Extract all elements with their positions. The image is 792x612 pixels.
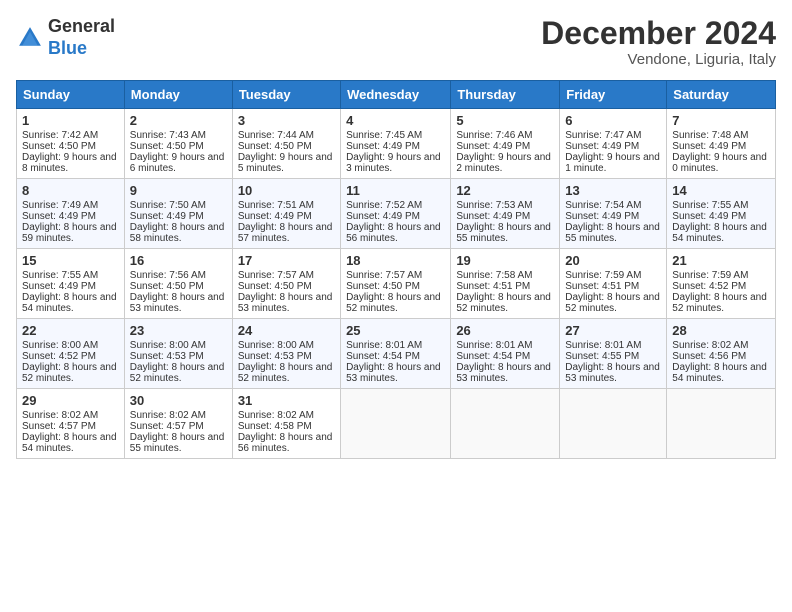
table-row: 6Sunrise: 7:47 AMSunset: 4:49 PMDaylight… <box>560 109 667 179</box>
calendar-week-row: 22Sunrise: 8:00 AMSunset: 4:52 PMDayligh… <box>17 319 776 389</box>
table-row: 16Sunrise: 7:56 AMSunset: 4:50 PMDayligh… <box>124 249 232 319</box>
table-row: 27Sunrise: 8:01 AMSunset: 4:55 PMDayligh… <box>560 319 667 389</box>
table-row: 11Sunrise: 7:52 AMSunset: 4:49 PMDayligh… <box>341 179 451 249</box>
calendar-week-row: 8Sunrise: 7:49 AMSunset: 4:49 PMDaylight… <box>17 179 776 249</box>
header-saturday: Saturday <box>667 81 776 109</box>
table-row <box>341 389 451 459</box>
table-row: 18Sunrise: 7:57 AMSunset: 4:50 PMDayligh… <box>341 249 451 319</box>
table-row: 1Sunrise: 7:42 AMSunset: 4:50 PMDaylight… <box>17 109 125 179</box>
table-row: 10Sunrise: 7:51 AMSunset: 4:49 PMDayligh… <box>232 179 340 249</box>
table-row: 3Sunrise: 7:44 AMSunset: 4:50 PMDaylight… <box>232 109 340 179</box>
header-monday: Monday <box>124 81 232 109</box>
table-row: 17Sunrise: 7:57 AMSunset: 4:50 PMDayligh… <box>232 249 340 319</box>
table-row: 8Sunrise: 7:49 AMSunset: 4:49 PMDaylight… <box>17 179 125 249</box>
table-row: 25Sunrise: 8:01 AMSunset: 4:54 PMDayligh… <box>341 319 451 389</box>
table-row: 12Sunrise: 7:53 AMSunset: 4:49 PMDayligh… <box>451 179 560 249</box>
page-header: General Blue December 2024 Vendone, Ligu… <box>16 16 776 68</box>
title-block: December 2024 Vendone, Liguria, Italy <box>541 16 776 68</box>
table-row: 19Sunrise: 7:58 AMSunset: 4:51 PMDayligh… <box>451 249 560 319</box>
table-row: 21Sunrise: 7:59 AMSunset: 4:52 PMDayligh… <box>667 249 776 319</box>
table-row: 7Sunrise: 7:48 AMSunset: 4:49 PMDaylight… <box>667 109 776 179</box>
table-row: 9Sunrise: 7:50 AMSunset: 4:49 PMDaylight… <box>124 179 232 249</box>
header-sunday: Sunday <box>17 81 125 109</box>
table-row: 13Sunrise: 7:54 AMSunset: 4:49 PMDayligh… <box>560 179 667 249</box>
header-tuesday: Tuesday <box>232 81 340 109</box>
table-row: 5Sunrise: 7:46 AMSunset: 4:49 PMDaylight… <box>451 109 560 179</box>
location-subtitle: Vendone, Liguria, Italy <box>541 51 776 68</box>
header-thursday: Thursday <box>451 81 560 109</box>
calendar-week-row: 15Sunrise: 7:55 AMSunset: 4:49 PMDayligh… <box>17 249 776 319</box>
logo-icon <box>16 24 44 52</box>
logo: General Blue <box>16 16 115 59</box>
table-row: 24Sunrise: 8:00 AMSunset: 4:53 PMDayligh… <box>232 319 340 389</box>
table-row: 20Sunrise: 7:59 AMSunset: 4:51 PMDayligh… <box>560 249 667 319</box>
table-row: 23Sunrise: 8:00 AMSunset: 4:53 PMDayligh… <box>124 319 232 389</box>
calendar-table: Sunday Monday Tuesday Wednesday Thursday… <box>16 80 776 459</box>
table-row: 4Sunrise: 7:45 AMSunset: 4:49 PMDaylight… <box>341 109 451 179</box>
weekday-header-row: Sunday Monday Tuesday Wednesday Thursday… <box>17 81 776 109</box>
table-row <box>667 389 776 459</box>
header-friday: Friday <box>560 81 667 109</box>
table-row: 14Sunrise: 7:55 AMSunset: 4:49 PMDayligh… <box>667 179 776 249</box>
table-row: 30Sunrise: 8:02 AMSunset: 4:57 PMDayligh… <box>124 389 232 459</box>
table-row: 26Sunrise: 8:01 AMSunset: 4:54 PMDayligh… <box>451 319 560 389</box>
table-row: 29Sunrise: 8:02 AMSunset: 4:57 PMDayligh… <box>17 389 125 459</box>
table-row: 15Sunrise: 7:55 AMSunset: 4:49 PMDayligh… <box>17 249 125 319</box>
table-row: 22Sunrise: 8:00 AMSunset: 4:52 PMDayligh… <box>17 319 125 389</box>
header-wednesday: Wednesday <box>341 81 451 109</box>
calendar-week-row: 1Sunrise: 7:42 AMSunset: 4:50 PMDaylight… <box>17 109 776 179</box>
table-row: 28Sunrise: 8:02 AMSunset: 4:56 PMDayligh… <box>667 319 776 389</box>
logo-blue-text: Blue <box>48 38 87 58</box>
table-row <box>560 389 667 459</box>
table-row <box>451 389 560 459</box>
table-row: 31Sunrise: 8:02 AMSunset: 4:58 PMDayligh… <box>232 389 340 459</box>
logo-general-text: General <box>48 16 115 36</box>
table-row: 2Sunrise: 7:43 AMSunset: 4:50 PMDaylight… <box>124 109 232 179</box>
calendar-week-row: 29Sunrise: 8:02 AMSunset: 4:57 PMDayligh… <box>17 389 776 459</box>
month-title: December 2024 <box>541 16 776 51</box>
